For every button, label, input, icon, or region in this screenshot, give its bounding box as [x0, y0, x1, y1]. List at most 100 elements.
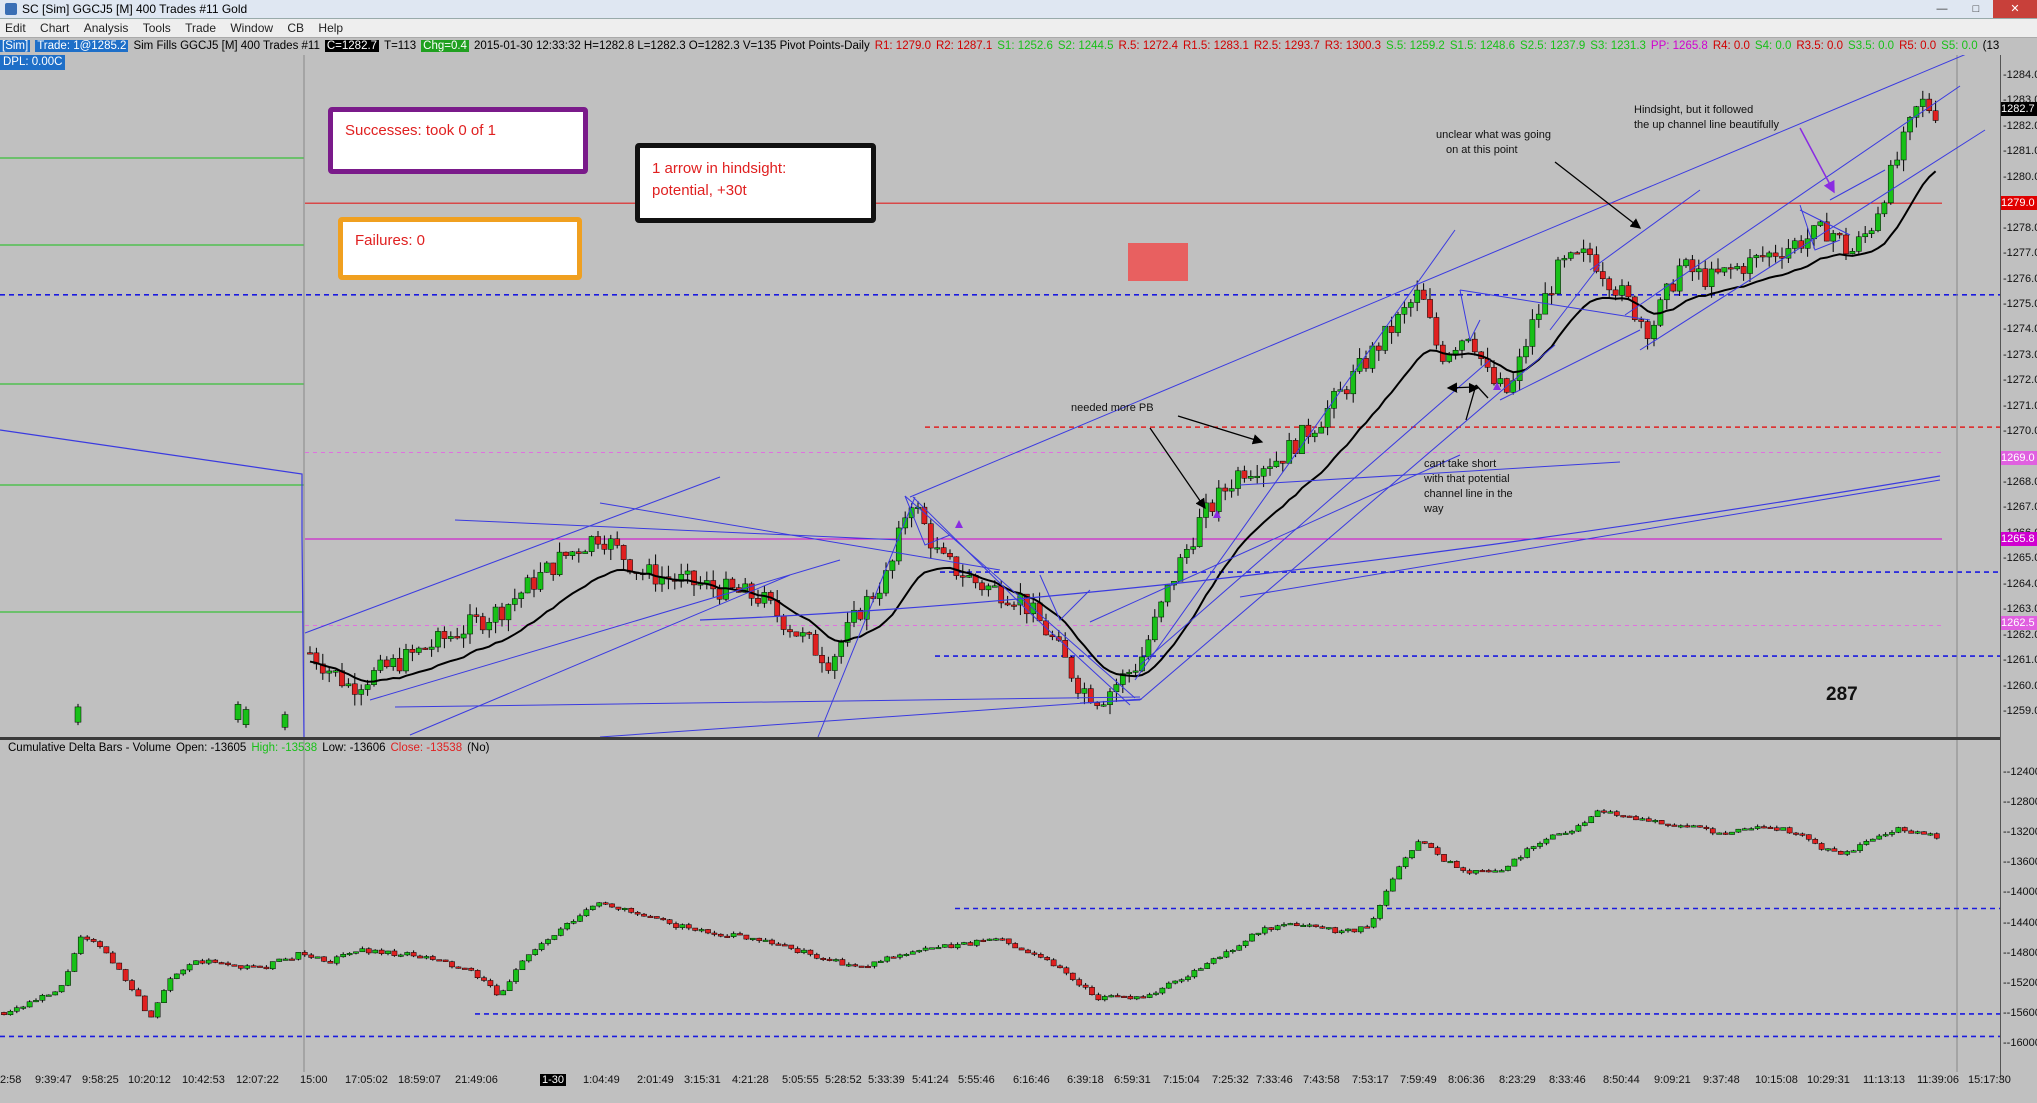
candle	[1836, 233, 1843, 236]
sim-badge: [Sim]	[0, 40, 31, 52]
maximize-icon[interactable]: □	[1959, 0, 1993, 18]
candle	[838, 642, 845, 657]
note-hindsight-l1: Hindsight, but it followed	[1634, 104, 1754, 116]
minimize-icon[interactable]: —	[1925, 0, 1959, 18]
candle	[234, 704, 242, 720]
pivot-level-13: R4: 0.0	[1712, 40, 1750, 52]
time-tick: 5:33:39	[868, 1074, 905, 1086]
price-chart[interactable]	[0, 55, 2000, 1072]
delta-bar	[423, 956, 430, 959]
delta-bar	[1159, 987, 1166, 994]
delta-bar	[1377, 905, 1383, 919]
delta-bar	[154, 1002, 161, 1018]
price-tick: -1284.0	[2003, 69, 2037, 81]
menu-analysis[interactable]: Analysis	[79, 19, 135, 37]
delta-bar	[1057, 965, 1063, 969]
candle	[1497, 378, 1504, 385]
delta-tick: --15200	[2003, 976, 2037, 989]
candle	[953, 556, 960, 576]
annotation-arrow	[1475, 384, 1489, 399]
menu-chart[interactable]: Chart	[35, 19, 75, 37]
menu-edit[interactable]: Edit	[0, 19, 32, 37]
delta-bar	[1229, 949, 1236, 952]
candle	[467, 614, 473, 635]
delta-bar	[1735, 828, 1742, 833]
delta-bar	[461, 967, 468, 970]
price-tick: -1261.0	[2003, 654, 2037, 667]
delta-bar	[609, 903, 615, 908]
delta-bar	[1300, 924, 1307, 927]
app-icon	[5, 3, 17, 15]
delta-bar	[973, 939, 980, 946]
candle	[684, 570, 691, 575]
delta-bar	[1588, 816, 1595, 824]
delta-bar	[1268, 927, 1275, 930]
menu-help[interactable]: Help	[313, 19, 349, 37]
delta-bar	[1921, 831, 1927, 835]
delta-bar	[1191, 970, 1198, 978]
candle	[1811, 225, 1817, 240]
candle	[1843, 234, 1849, 255]
note-unclear-l2: on at this point	[1446, 144, 1518, 156]
menu-bar: Edit Chart Analysis Tools Trade Window C…	[0, 19, 2037, 38]
time-tick: 7:33:46	[1256, 1074, 1293, 1086]
pivot-level-2: S1: 1252.6	[997, 40, 1053, 52]
delta-tick: --12400	[2003, 766, 2037, 778]
delta-bar	[903, 953, 910, 956]
menu-cb[interactable]: CB	[282, 19, 310, 37]
delta-bar	[372, 949, 379, 954]
candle	[396, 658, 403, 672]
price-tag: 1262.5	[2001, 615, 2037, 630]
candle	[959, 575, 966, 578]
delta-bar	[148, 1010, 155, 1018]
close-icon[interactable]: ✕	[1993, 0, 2037, 18]
price-tag: 1265.8	[2001, 532, 2037, 546]
delta-bar	[999, 938, 1006, 941]
menu-tools[interactable]: Tools	[138, 19, 177, 37]
delta-bar	[1255, 932, 1262, 935]
price-tick: -1278.0	[2003, 221, 2037, 234]
delta-bar	[455, 966, 462, 969]
note-cant-l1: cant take short	[1424, 458, 1497, 470]
panel-divider[interactable]	[0, 737, 2000, 740]
time-tick: 5:28:52	[825, 1074, 862, 1086]
delta-bar	[1665, 823, 1671, 826]
delta-bar	[647, 915, 654, 918]
annotation-arrow	[1465, 384, 1477, 421]
delta-bar	[1082, 984, 1089, 988]
time-tick: 8:23:29	[1499, 1074, 1536, 1086]
price-tick: -1264.0	[2003, 577, 2037, 590]
candle	[1926, 98, 1933, 111]
delta-bar	[84, 936, 91, 940]
pivot-level-9: S1.5: 1248.6	[1449, 40, 1516, 52]
candle	[1343, 389, 1350, 395]
price-tick: -1273.0	[2003, 348, 2037, 361]
delta-bar	[1236, 945, 1243, 951]
candle	[595, 536, 601, 545]
delta-bar	[877, 960, 884, 963]
menu-window[interactable]: Window	[225, 19, 279, 37]
delta-bar	[993, 938, 999, 941]
candle	[435, 631, 441, 648]
candle	[486, 622, 493, 631]
time-tick: 11:13:13	[1863, 1074, 1906, 1086]
delta-bar	[231, 964, 238, 967]
delta-bar	[327, 961, 334, 964]
delta-bar	[1441, 854, 1447, 862]
menu-trade[interactable]: Trade	[180, 19, 222, 37]
failures-box: Failures: 0	[338, 217, 582, 280]
failures-text: Failures: 0	[355, 232, 426, 249]
channel-line	[909, 55, 1966, 498]
delta-bar	[1556, 833, 1563, 836]
candle	[1215, 487, 1222, 512]
delta-bar	[1223, 951, 1230, 958]
delta-bar	[7, 1011, 14, 1016]
delta-bar	[1914, 831, 1921, 834]
candle	[601, 543, 608, 550]
candle	[1529, 319, 1536, 347]
price-tick: -1282.0	[2003, 119, 2037, 132]
time-axis[interactable]: 2:58 9:39:47 9:58:25 10:20:12 10:42:53 12:07:…	[0, 1072, 2011, 1103]
pivot-level-15: R3.5: 0.0	[1796, 40, 1844, 52]
delta-bar	[1325, 927, 1332, 930]
candle	[1459, 340, 1465, 351]
